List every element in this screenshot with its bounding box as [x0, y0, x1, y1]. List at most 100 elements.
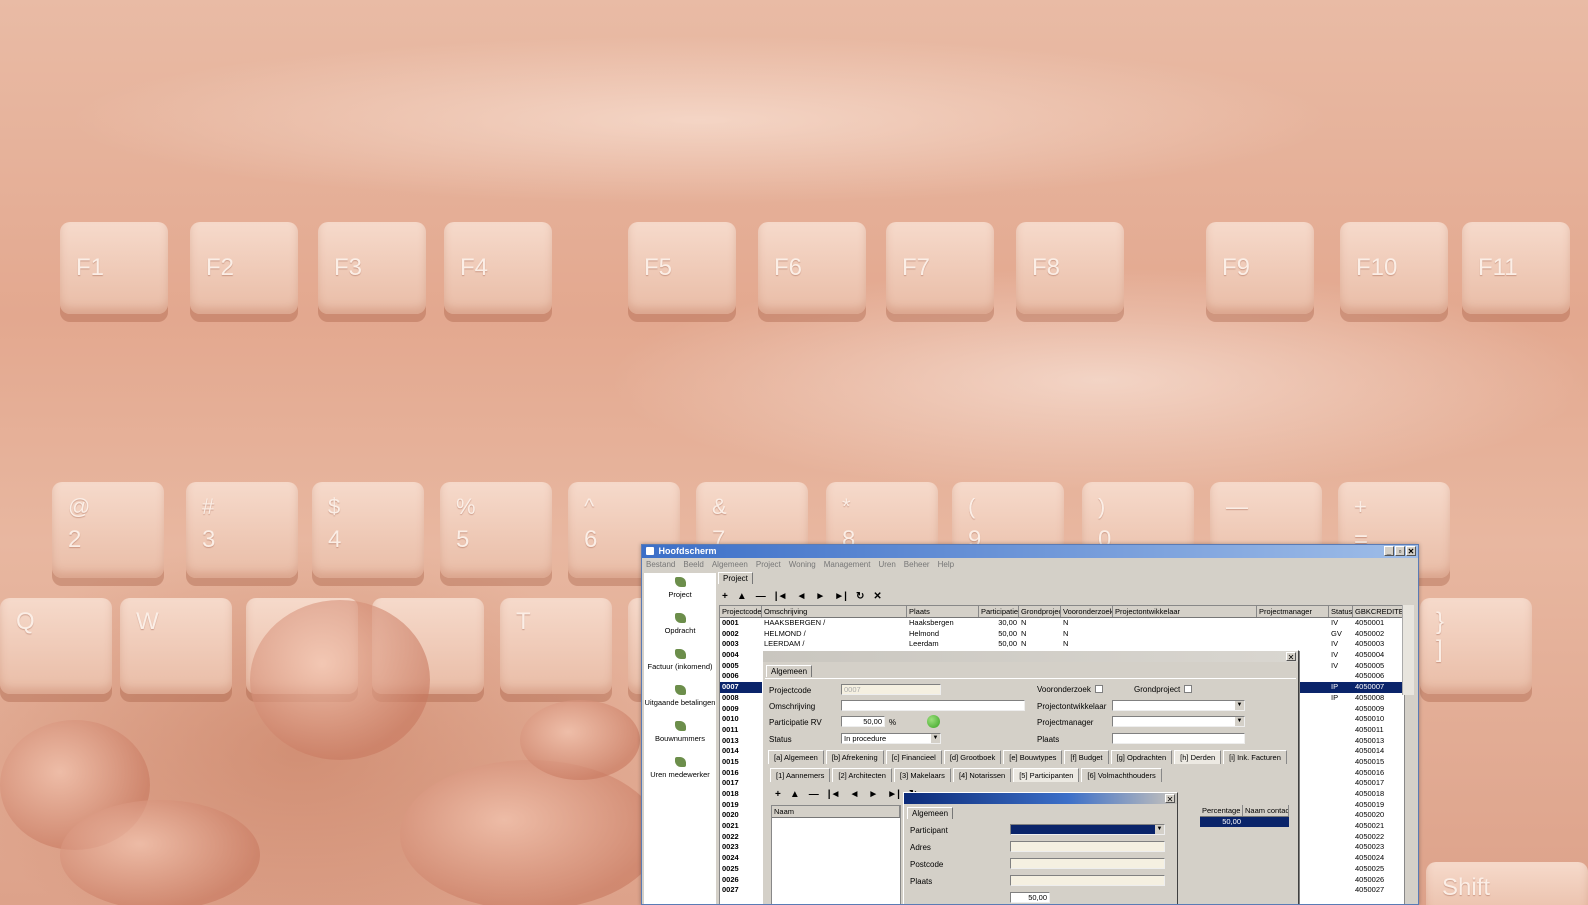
table-cell: [1329, 864, 1353, 875]
nav-item[interactable]: Factuur (inkomend): [644, 645, 716, 681]
derden-subtab[interactable]: [3] Makelaars: [893, 768, 951, 782]
detail-tab[interactable]: [g] Opdrachten: [1110, 750, 1173, 764]
sub-toolbar-button[interactable]: —: [809, 789, 819, 800]
table-cell: 0009: [722, 703, 739, 713]
table-cell: [1257, 629, 1329, 640]
toolbar-button[interactable]: ►|: [834, 591, 847, 602]
nav-item-label: Factuur (inkomend): [647, 662, 713, 671]
adres-field[interactable]: [1010, 841, 1165, 852]
status-indicator-icon: [927, 715, 940, 728]
sub-toolbar-button[interactable]: ►: [868, 789, 878, 800]
sub-toolbar-button[interactable]: +: [775, 789, 781, 800]
grid-header-cell[interactable]: Projectcode: [720, 606, 762, 617]
table-cell: [1329, 725, 1353, 736]
plaats-field-participant[interactable]: [1010, 875, 1165, 886]
close-icon[interactable]: ✕: [1286, 652, 1296, 662]
table-cell: 4050007: [1353, 682, 1403, 693]
menu-item-beheer[interactable]: Beheer: [904, 560, 930, 569]
table-row[interactable]: 0002 HELMOND / Helmond 50,00 N N GV 4050002: [720, 629, 1404, 640]
grid-header-cell[interactable]: Projectontwikkelaar: [1113, 606, 1257, 617]
table-cell: 4050001: [1355, 618, 1385, 627]
close-icon[interactable]: ✕: [1406, 546, 1416, 556]
grid-header-cell[interactable]: Omschrijving: [762, 606, 907, 617]
sub-toolbar-button[interactable]: ►|: [887, 789, 900, 800]
derden-subtab[interactable]: [5] Participanten: [1013, 768, 1080, 782]
participatie-field[interactable]: 50,00: [841, 716, 885, 727]
menu-item-help[interactable]: Help: [938, 560, 954, 569]
grondproject-checkbox[interactable]: [1184, 685, 1192, 693]
status-label: Status: [769, 735, 792, 744]
projectmanager-select[interactable]: [1112, 716, 1245, 727]
detail-tab[interactable]: [b] Afrekening: [825, 750, 884, 764]
projectontwikkelaar-select[interactable]: [1112, 700, 1245, 711]
table-cell: 4050027: [1355, 885, 1385, 895]
nav-item[interactable]: Bouwnummers: [644, 717, 716, 753]
table-cell: 4050011: [1355, 724, 1384, 734]
grid-header-cell[interactable]: GBKCREDITE: [1353, 606, 1403, 617]
grid-header-cell[interactable]: Status: [1329, 606, 1353, 617]
vooronderzoek-checkbox[interactable]: [1095, 685, 1103, 693]
toolbar-button[interactable]: —: [756, 591, 766, 602]
detail-tab[interactable]: [d] Grootboek: [943, 750, 1002, 764]
table-cell: [1257, 639, 1329, 650]
detail-tab[interactable]: [f] Budget: [1064, 750, 1109, 764]
toolbar-button[interactable]: ▲: [737, 591, 747, 602]
status-select[interactable]: In procedure: [841, 733, 941, 744]
detail-tab[interactable]: [c] Financieel: [885, 750, 942, 764]
grid-scrollbar[interactable]: [1402, 605, 1414, 695]
tab-project[interactable]: Project: [718, 572, 753, 584]
derden-subtab[interactable]: [6] Volmachthouders: [1081, 768, 1162, 782]
function-key-label: F5: [644, 254, 673, 281]
menu-item-bestand[interactable]: Bestand: [646, 560, 675, 569]
menu-item-project[interactable]: Project: [756, 560, 781, 569]
grid-header-cell[interactable]: Grondproject: [1019, 606, 1061, 617]
detail-tab[interactable]: [a] Algemeen: [768, 750, 824, 764]
grid-header-cell[interactable]: Participatie: [979, 606, 1019, 617]
right-grid-selected-row[interactable]: 50,00: [1200, 817, 1289, 827]
toolbar-button[interactable]: +: [722, 591, 728, 602]
table-cell: [1329, 842, 1353, 853]
nav-item[interactable]: Opdracht: [644, 609, 716, 645]
detail-tab[interactable]: [h] Derden: [1174, 750, 1222, 764]
menu-item-woning[interactable]: Woning: [789, 560, 816, 569]
menu-item-uren[interactable]: Uren: [878, 560, 895, 569]
grid-header-cell[interactable]: Projectmanager: [1257, 606, 1329, 617]
sub-toolbar-button[interactable]: ▲: [790, 789, 800, 800]
toolbar-button[interactable]: ►: [815, 591, 825, 602]
participant-select[interactable]: [1010, 824, 1165, 835]
nav-item[interactable]: Uitgaande betalingen: [644, 681, 716, 717]
table-row[interactable]: 0001 HAAKSBERGEN / Haaksbergen 30,00 N N IV 405…: [720, 618, 1404, 629]
table-row[interactable]: 0003 LEERDAM / Leerdam 50,00 N N IV 4050003: [720, 639, 1404, 650]
derden-subtab[interactable]: [4] Notarissen: [952, 768, 1012, 782]
minimize-icon[interactable]: _: [1384, 546, 1394, 556]
toolbar-button[interactable]: ✕: [873, 591, 881, 602]
sub-toolbar-button[interactable]: ◄: [849, 789, 859, 800]
plaats-field[interactable]: [1112, 733, 1245, 744]
nav-item[interactable]: Project: [644, 573, 716, 609]
projectcode-field[interactable]: 0007: [841, 684, 941, 695]
grondproject-label: Grondproject: [1134, 685, 1181, 694]
participant-percentage-field[interactable]: 50,00: [1010, 892, 1050, 903]
menu-item-management[interactable]: Management: [824, 560, 871, 569]
nav-item[interactable]: Uren medewerker: [644, 753, 716, 789]
derden-subtab[interactable]: [1] Aannemers: [770, 768, 831, 782]
toolbar-button[interactable]: ◄: [796, 591, 806, 602]
tab-algemeen-participant[interactable]: Algemeen: [907, 807, 954, 819]
maximize-icon[interactable]: ▫: [1395, 546, 1405, 556]
table-cell: 4050017: [1355, 778, 1385, 788]
toolbar-button[interactable]: |◄: [775, 591, 788, 602]
sub-toolbar-button[interactable]: |◄: [828, 789, 841, 800]
detail-tab[interactable]: [i] Ink. Facturen: [1223, 750, 1287, 764]
detail-tab[interactable]: [e] Bouwtypes: [1003, 750, 1063, 764]
toolbar-button[interactable]: ↻: [856, 591, 864, 602]
derden-subtab[interactable]: [2] Architecten: [832, 768, 892, 782]
grid-header-cell[interactable]: Plaats: [907, 606, 979, 617]
menu-item-beeld[interactable]: Beeld: [683, 560, 703, 569]
menu-item-algemeen[interactable]: Algemeen: [712, 560, 748, 569]
omschrijving-field[interactable]: [841, 700, 1025, 711]
tab-algemeen[interactable]: Algemeen: [766, 665, 813, 677]
close-icon[interactable]: ✕: [1165, 794, 1175, 804]
table-cell: N: [1021, 618, 1027, 627]
grid-header-cell[interactable]: Vooronderzoek: [1061, 606, 1113, 617]
postcode-field[interactable]: [1010, 858, 1165, 869]
